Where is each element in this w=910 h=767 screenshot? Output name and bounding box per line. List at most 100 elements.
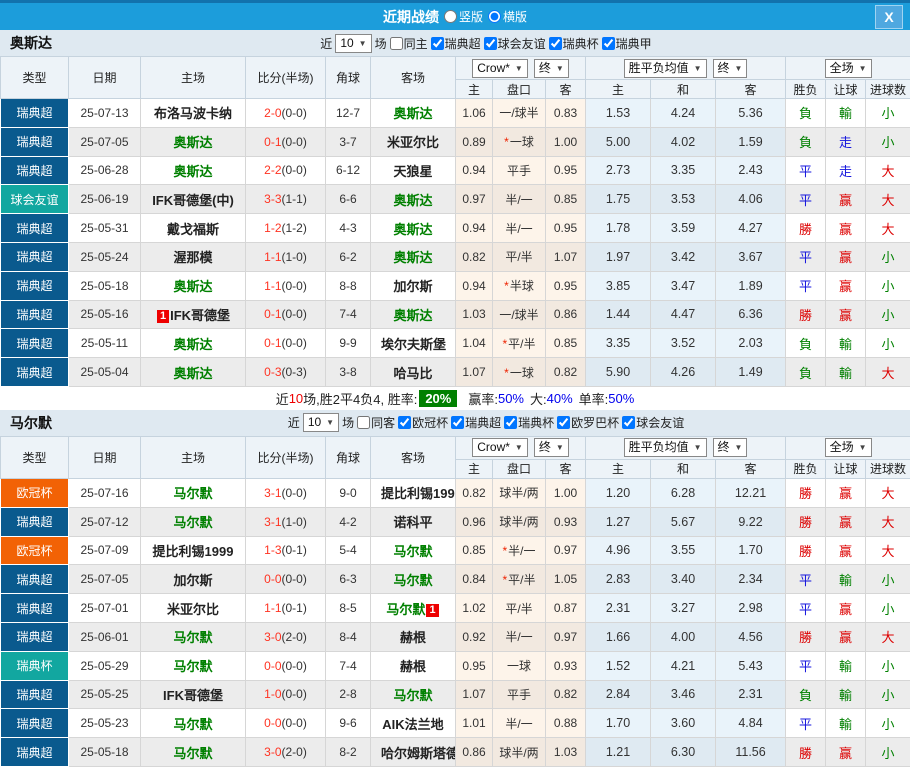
same-venue-checkbox[interactable]: 同主 bbox=[390, 35, 428, 52]
home-team-name[interactable]: 渥那模 bbox=[173, 250, 212, 265]
league-filter-0[interactable]: 瑞典超 bbox=[431, 35, 481, 52]
layout-vertical-option[interactable]: 竖版 bbox=[444, 8, 483, 25]
close-button[interactable]: X bbox=[875, 5, 903, 29]
league-filter-2[interactable]: 瑞典杯 bbox=[504, 414, 554, 431]
away-team-cell: 天狼星 bbox=[371, 156, 456, 185]
home-team-name[interactable]: 奥斯达 bbox=[173, 279, 212, 294]
away-team-name[interactable]: AIK法兰地 bbox=[382, 717, 443, 732]
horizontal-radio[interactable] bbox=[488, 10, 501, 23]
odds-time-select[interactable]: 终▼ bbox=[534, 438, 569, 457]
home-team-name[interactable]: 马尔默 bbox=[173, 630, 212, 645]
away-team-name[interactable]: 马尔默 bbox=[393, 573, 432, 588]
handicap-result: 走 bbox=[826, 127, 866, 156]
avg-time-select[interactable]: 终▼ bbox=[713, 438, 748, 457]
away-team-name[interactable]: 奥斯达 bbox=[393, 222, 432, 237]
home-team-name[interactable]: 马尔默 bbox=[173, 717, 212, 732]
away-team-name[interactable]: 赫根 bbox=[400, 630, 426, 645]
league-filter-1-input[interactable] bbox=[484, 37, 497, 50]
avg-time-select[interactable]: 终▼ bbox=[713, 59, 748, 78]
scope-select[interactable]: 全场▼ bbox=[825, 59, 872, 78]
away-team-name[interactable]: 加尔斯 bbox=[393, 279, 432, 294]
home-team-name[interactable]: 奥斯达 bbox=[173, 366, 212, 381]
competition-badge: 瑞典超 bbox=[1, 156, 69, 185]
home-team-name[interactable]: 布洛马波卡纳 bbox=[154, 106, 232, 121]
away-team-name[interactable]: 诺科平 bbox=[393, 515, 432, 530]
league-filter-2[interactable]: 瑞典杯 bbox=[549, 35, 599, 52]
same-venue-checkbox-input[interactable] bbox=[357, 416, 370, 429]
layout-horizontal-option[interactable]: 横版 bbox=[488, 8, 527, 25]
sub-col-header: 进球数 bbox=[866, 80, 910, 99]
league-filter-2-input[interactable] bbox=[504, 416, 517, 429]
home-team-name[interactable]: 奥斯达 bbox=[173, 135, 212, 150]
avg-select[interactable]: 胜平负均值▼ bbox=[624, 438, 707, 457]
league-filter-1[interactable]: 球会友谊 bbox=[484, 35, 546, 52]
league-filter-4[interactable]: 球会友谊 bbox=[622, 414, 684, 431]
league-filter-0-input[interactable] bbox=[398, 416, 411, 429]
avg-away: 3.67 bbox=[716, 242, 786, 271]
home-team-name[interactable]: IFK哥德堡 bbox=[170, 308, 230, 323]
sub-col-header: 和 bbox=[651, 459, 716, 478]
league-filter-0-input[interactable] bbox=[431, 37, 444, 50]
home-team-name[interactable]: 奥斯达 bbox=[173, 337, 212, 352]
avg-draw: 4.24 bbox=[651, 99, 716, 128]
handicap: 半/一 bbox=[493, 622, 546, 651]
away-team-cell: 提比利锡19991 bbox=[371, 478, 456, 507]
away-team-name[interactable]: 奥斯达 bbox=[393, 250, 432, 265]
handicap: 平/半 bbox=[493, 242, 546, 271]
home-team-name[interactable]: IFK哥德堡(中) bbox=[152, 193, 234, 208]
scope-select[interactable]: 全场▼ bbox=[825, 438, 872, 457]
home-team-name[interactable]: 戴戈福斯 bbox=[167, 222, 219, 237]
match-date: 25-06-28 bbox=[69, 156, 141, 185]
home-team-name[interactable]: 加尔斯 bbox=[173, 573, 212, 588]
away-team-name[interactable]: 奥斯达 bbox=[393, 106, 432, 121]
avg-select[interactable]: 胜平负均值▼ bbox=[624, 59, 707, 78]
league-filter-3-input[interactable] bbox=[602, 37, 615, 50]
avg-home: 1.44 bbox=[586, 300, 651, 329]
league-filter-1[interactable]: 瑞典超 bbox=[451, 414, 501, 431]
away-team-name[interactable]: 埃尔夫斯堡 bbox=[381, 337, 446, 352]
away-team-name[interactable]: 赫根 bbox=[400, 659, 426, 674]
home-team-name[interactable]: 马尔默 bbox=[173, 486, 212, 501]
home-team-name[interactable]: 米亚尔比 bbox=[167, 602, 219, 617]
away-team-name[interactable]: 马尔默 bbox=[393, 544, 432, 559]
league-filter-4-input[interactable] bbox=[622, 416, 635, 429]
sub-col-header: 客 bbox=[716, 459, 786, 478]
away-team-name[interactable]: 天狼星 bbox=[393, 164, 432, 179]
same-venue-checkbox[interactable]: 同客 bbox=[357, 414, 395, 431]
away-team-name[interactable]: 奥斯达 bbox=[393, 193, 432, 208]
competition-badge: 瑞典超 bbox=[1, 271, 69, 300]
league-filter-3[interactable]: 欧罗巴杯 bbox=[557, 414, 619, 431]
home-team-name[interactable]: 奥斯达 bbox=[173, 164, 212, 179]
result-outcome: 勝 bbox=[786, 214, 826, 243]
home-team-name[interactable]: 马尔默 bbox=[173, 515, 212, 530]
competition-badge: 瑞典超 bbox=[1, 214, 69, 243]
odds-company-select[interactable]: Crow*▼ bbox=[472, 59, 528, 78]
away-team-name[interactable]: 哈马比 bbox=[393, 366, 432, 381]
score: 1-2(1-2) bbox=[246, 214, 326, 243]
vertical-radio[interactable] bbox=[444, 10, 457, 23]
home-team-cell: 渥那模 bbox=[141, 242, 246, 271]
league-filter-3[interactable]: 瑞典甲 bbox=[602, 35, 652, 52]
away-team-name[interactable]: 哈尔姆斯塔德 bbox=[381, 746, 456, 761]
away-team-name[interactable]: 奥斯达 bbox=[393, 308, 432, 323]
home-team-name[interactable]: IFK哥德堡 bbox=[163, 688, 223, 703]
home-team-name[interactable]: 马尔默 bbox=[173, 659, 212, 674]
odds-time-select[interactable]: 终▼ bbox=[534, 59, 569, 78]
away-team-name[interactable]: 提比利锡1999 bbox=[381, 486, 456, 501]
handicap-result: 輸 bbox=[826, 565, 866, 594]
home-team-name[interactable]: 马尔默 bbox=[173, 746, 212, 761]
league-filter-1-input[interactable] bbox=[451, 416, 464, 429]
col-header: 主场 bbox=[141, 57, 246, 99]
away-team-name[interactable]: 马尔默 bbox=[386, 602, 425, 617]
match-count-select[interactable]: 10▼ bbox=[303, 413, 339, 432]
odds-company-select[interactable]: Crow*▼ bbox=[472, 438, 528, 457]
win-rate-badge: 20% bbox=[419, 390, 457, 407]
league-filter-2-input[interactable] bbox=[549, 37, 562, 50]
away-team-name[interactable]: 马尔默 bbox=[393, 688, 432, 703]
away-team-name[interactable]: 米亚尔比 bbox=[387, 135, 439, 150]
league-filter-0[interactable]: 欧冠杯 bbox=[398, 414, 448, 431]
same-venue-checkbox-input[interactable] bbox=[390, 37, 403, 50]
match-count-select[interactable]: 10▼ bbox=[335, 34, 371, 53]
league-filter-3-input[interactable] bbox=[557, 416, 570, 429]
home-team-name[interactable]: 提比利锡1999 bbox=[153, 544, 234, 559]
